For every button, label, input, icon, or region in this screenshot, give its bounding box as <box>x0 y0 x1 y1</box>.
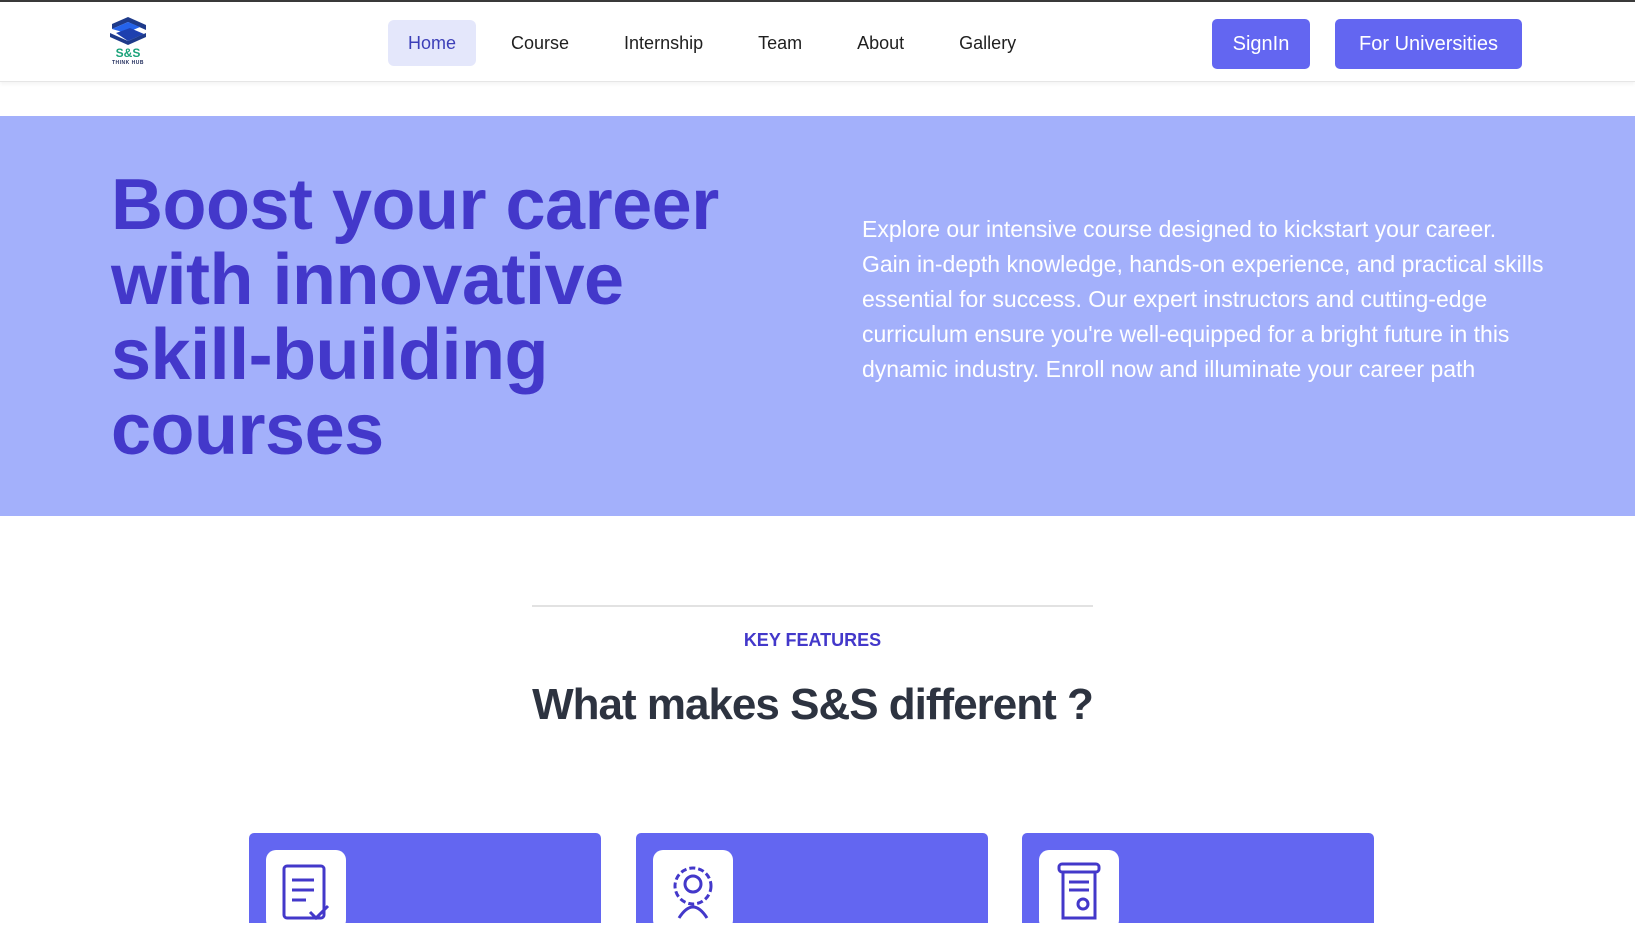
feature-card[interactable] <box>636 833 988 930</box>
nav-item-about[interactable]: About <box>837 20 924 66</box>
hero-title: Boost your career with innovative skill-… <box>111 168 831 468</box>
hero-title-line: with innovative <box>111 240 624 320</box>
brand-logo[interactable]: S&S THINK HUB <box>108 16 148 70</box>
feature-card[interactable] <box>1022 833 1374 930</box>
key-features-label: KEY FEATURES <box>743 630 882 650</box>
navbar: S&S THINK HUB Home Course Internship Tea… <box>0 2 1635 82</box>
nav-item-gallery[interactable]: Gallery <box>939 20 1036 66</box>
logo-text: S&S <box>115 46 141 60</box>
hero-title-line: skill-building <box>111 315 549 395</box>
section-divider <box>532 605 1093 607</box>
main-nav: Home Course Internship Team About Galler… <box>388 20 1051 66</box>
hero-description: Explore our intensive course designed to… <box>862 216 1544 382</box>
nav-item-team[interactable]: Team <box>738 20 822 66</box>
for-universities-button[interactable]: For Universities <box>1335 19 1522 69</box>
signin-button[interactable]: SignIn <box>1212 19 1310 69</box>
document-check-icon <box>282 864 330 921</box>
nav-item-course[interactable]: Course <box>491 20 589 66</box>
hero-title-line: courses <box>111 390 384 470</box>
gear-person-icon <box>673 866 713 919</box>
nav-item-internship[interactable]: Internship <box>604 20 723 66</box>
nav-item-home[interactable]: Home <box>388 20 477 66</box>
feature-icon-box <box>266 850 346 930</box>
logo-subtext: THINK HUB <box>112 60 144 66</box>
feature-icon-box <box>653 850 733 930</box>
features-heading: What makes S&S different ? <box>532 680 1094 729</box>
logo-mark-icon <box>110 17 146 45</box>
feature-icon-box <box>1039 850 1119 930</box>
hero-title-line: Boost your career <box>111 165 719 245</box>
feature-card[interactable] <box>249 833 601 930</box>
certificate-scroll-icon <box>1057 862 1101 920</box>
hero-section: Boost your career with innovative skill-… <box>0 116 1635 516</box>
